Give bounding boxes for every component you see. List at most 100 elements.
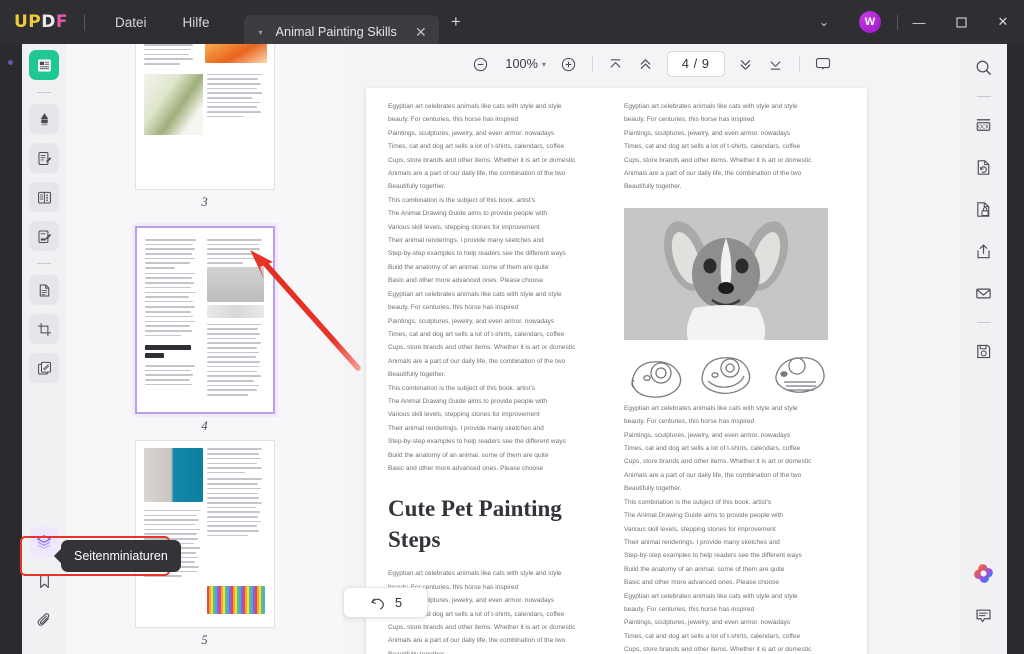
- close-button[interactable]: ✕: [982, 0, 1024, 44]
- save-icon[interactable]: [969, 336, 999, 366]
- corgi-dog-photo: [624, 208, 828, 340]
- paragraph-block-2: Egyptian art celebrates animals like cat…: [624, 402, 852, 654]
- text-line: Build the anatomy of an animal. some of …: [388, 261, 612, 274]
- right-rail-divider-2: [977, 322, 991, 323]
- page-thumbnails-icon[interactable]: [29, 527, 59, 557]
- text-line: Paintings, sculptures, jewelry, and even…: [388, 315, 612, 328]
- thumbnail-image: [207, 586, 265, 614]
- thumbnail-number: 3: [201, 195, 207, 210]
- left-edge-dot: [8, 60, 13, 65]
- text-line: Beautifully together.: [388, 180, 612, 193]
- text-line: The Animal Drawing Guide aims to provide…: [388, 395, 612, 408]
- text-line: Various skill levels, stepping stones fo…: [388, 221, 612, 234]
- tab-close-icon[interactable]: ✕: [409, 24, 433, 41]
- thumbnail-image: [207, 305, 264, 318]
- text-line: Basic and other more advanced ones. Plea…: [388, 274, 612, 287]
- text-line: Cups, store brands and other items. Whet…: [624, 455, 852, 468]
- logo-d: D: [41, 12, 56, 32]
- text-line: Paintings, sculptures, jewelry, and even…: [624, 127, 852, 140]
- reader-mode-icon[interactable]: [29, 50, 59, 80]
- text-line: beauty. For centuries, this horse has in…: [388, 301, 612, 314]
- text-line: Their animal renderings. I provide many …: [388, 422, 612, 435]
- menu-datei[interactable]: Datei: [103, 9, 159, 36]
- minimize-button[interactable]: —: [898, 0, 940, 44]
- svg-text:OCR: OCR: [978, 124, 989, 130]
- zoom-level-label[interactable]: 100%: [505, 57, 537, 71]
- text-line: Step-by-step examples to help readers se…: [388, 247, 612, 260]
- text-line: Egyptian art celebrates animals like cat…: [624, 590, 852, 603]
- bookmark-icon[interactable]: [29, 566, 59, 596]
- document-view[interactable]: Egyptian art celebrates animals like cat…: [343, 84, 960, 654]
- zoom-out-button[interactable]: [465, 49, 495, 79]
- annotate-icon[interactable]: [29, 143, 59, 173]
- undo-count: 5: [395, 595, 402, 610]
- text-line: Their animal renderings. I provide many …: [624, 536, 852, 549]
- text-line: Various skill levels, stepping stones fo…: [624, 523, 852, 536]
- text-line: The Animal Drawing Guide aims to provide…: [624, 509, 852, 522]
- pdf-page: Egyptian art celebrates animals like cat…: [366, 88, 867, 654]
- text-line: Step-by-step examples to help readers se…: [624, 549, 852, 562]
- thumbnail-page: [135, 44, 275, 190]
- logo-f: F: [56, 12, 68, 32]
- edit-pdf-icon[interactable]: [29, 182, 59, 212]
- ocr-icon[interactable]: OCR: [969, 110, 999, 140]
- avatar[interactable]: W: [859, 11, 881, 33]
- form-edit-icon[interactable]: [29, 221, 59, 251]
- page-number-input[interactable]: 4 / 9: [667, 51, 725, 77]
- thumbnail-image: [144, 74, 203, 135]
- zoom-in-button[interactable]: [554, 49, 584, 79]
- tab-caret-icon[interactable]: ▾: [248, 28, 274, 37]
- thumbnail-image: [207, 267, 264, 302]
- text-line: Beautifully together.: [624, 482, 852, 495]
- right-rail-bottom: [969, 558, 999, 642]
- text-line: Step-by-step examples to help readers se…: [388, 435, 612, 448]
- left-tool-rail: [22, 44, 66, 654]
- new-tab-button[interactable]: +: [439, 12, 473, 32]
- thumbnail-image: [144, 448, 203, 502]
- view-toolbar: 100% ▾ 4 / 9: [343, 44, 960, 84]
- tooltip: Seitenminiaturen: [61, 540, 181, 572]
- ai-assistant-icon[interactable]: [969, 558, 999, 588]
- text-line: Egyptian art celebrates animals like cat…: [388, 100, 612, 113]
- text-line: Basic and other more advanced ones. Plea…: [624, 576, 852, 589]
- menu-hilfe[interactable]: Hilfe: [171, 9, 222, 36]
- undo-icon: [369, 594, 386, 611]
- list-item: 3: [66, 44, 343, 210]
- first-page-button[interactable]: [601, 49, 631, 79]
- organize-pages-icon[interactable]: [29, 275, 59, 305]
- left-rail-bottom: [22, 527, 66, 644]
- protect-pdf-icon[interactable]: [969, 194, 999, 224]
- text-line: Times, cat and dog art sells a lot of t-…: [624, 140, 852, 153]
- comment-icon[interactable]: [969, 600, 999, 630]
- chevron-down-icon[interactable]: ▾: [542, 60, 546, 69]
- maximize-button[interactable]: [940, 0, 982, 44]
- email-icon[interactable]: [969, 278, 999, 308]
- chevron-down-icon[interactable]: ⌄: [805, 15, 843, 29]
- right-tool-rail: OCR: [960, 44, 1007, 654]
- text-line: beauty. For centuries, this horse has in…: [624, 415, 852, 428]
- next-page-button[interactable]: [731, 49, 761, 79]
- text-line: Basic and other more advanced ones. Plea…: [388, 462, 612, 475]
- prev-page-button[interactable]: [631, 49, 661, 79]
- rail-divider-1: [37, 92, 51, 93]
- convert-pdf-icon[interactable]: [969, 152, 999, 182]
- toolbar-divider-1: [592, 56, 593, 72]
- page-right-column: Egyptian art celebrates animals like cat…: [624, 100, 852, 654]
- highlighter-icon[interactable]: [29, 104, 59, 134]
- share-icon[interactable]: [969, 236, 999, 266]
- text-line: beauty. For centuries, this horse has in…: [388, 113, 612, 126]
- last-page-button[interactable]: [761, 49, 791, 79]
- window-controls: ⌄ W — ✕: [805, 0, 1024, 44]
- right-rail-divider-1: [977, 96, 991, 97]
- attachment-icon[interactable]: [29, 605, 59, 635]
- text-line: This combination is the subject of this …: [624, 496, 852, 509]
- text-line: Beautifully together.: [388, 648, 612, 654]
- crop-icon[interactable]: [29, 314, 59, 344]
- presentation-mode-button[interactable]: [808, 49, 838, 79]
- text-line: Animals are a part of our daily life, th…: [388, 355, 612, 368]
- search-icon[interactable]: [969, 52, 999, 82]
- undo-button[interactable]: 5: [343, 587, 428, 618]
- batch-icon[interactable]: [29, 353, 59, 383]
- text-line: Times, cat and dog art sells a lot of t-…: [624, 442, 852, 455]
- thumbnail-page: [135, 440, 275, 628]
